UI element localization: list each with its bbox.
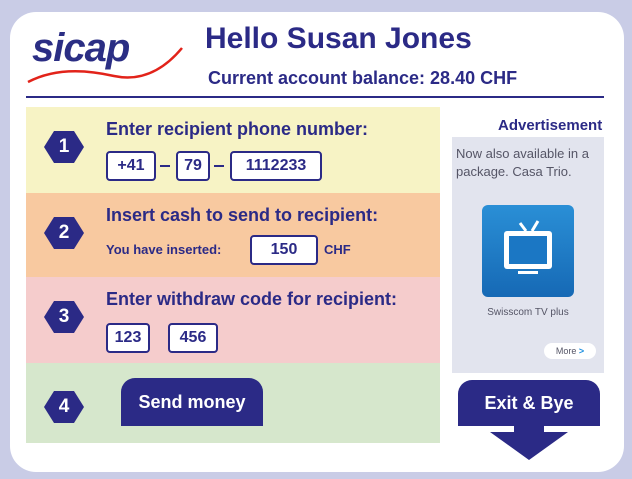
chevron-right-icon: > <box>578 346 585 356</box>
step-number-badge: 2 <box>44 217 84 249</box>
step-2-title: Insert cash to send to recipient: <box>106 205 379 225</box>
phone-number-field[interactable]: 1112233 <box>230 151 322 181</box>
step-3-withdraw-code: 3 Enter withdraw code for recipient: 123… <box>26 277 440 363</box>
step-number-badge: 4 <box>44 391 84 423</box>
account-balance: Current account balance: 28.40 CHF <box>208 68 518 88</box>
exit-button[interactable]: Exit & Bye <box>458 380 600 460</box>
dash-separator <box>214 165 224 167</box>
logo-text: sicap <box>32 26 130 70</box>
currency-label: CHF <box>324 242 351 257</box>
arrow-down-icon <box>490 424 568 460</box>
step-number-badge: 1 <box>44 131 84 163</box>
withdraw-code-part-1[interactable]: 123 <box>106 323 150 353</box>
country-code-field[interactable]: +41 <box>106 151 156 181</box>
sicap-logo: sicap <box>22 20 183 90</box>
area-code-field[interactable]: 79 <box>176 151 210 181</box>
step-1-phone: 1 Enter recipient phone number: +41 79 1… <box>26 107 440 193</box>
more-label: More <box>555 346 577 356</box>
advertisement-caption: Swisscom TV plus <box>487 307 569 318</box>
advertisement-title: Advertisement <box>498 117 603 134</box>
send-money-button[interactable]: Send money <box>121 378 263 426</box>
greeting-title: Hello Susan Jones <box>205 22 472 55</box>
inserted-amount-field: 150 <box>250 235 318 265</box>
dash-separator <box>160 165 170 167</box>
header-divider <box>26 96 604 98</box>
step-4-send: 4 Send money <box>26 363 440 443</box>
step-number-badge: 3 <box>44 301 84 333</box>
exit-label: Exit & Bye <box>458 380 600 426</box>
step-2-cash: 2 Insert cash to send to recipient: You … <box>26 193 440 277</box>
advertisement-text: Now also available in a package. Casa Tr… <box>456 146 589 179</box>
inserted-label: You have inserted: <box>106 242 222 257</box>
step-1-title: Enter recipient phone number: <box>106 119 369 139</box>
withdraw-code-part-2[interactable]: 456 <box>168 323 218 353</box>
advertisement-banner[interactable]: Now also available in a package. Casa Tr… <box>452 137 604 373</box>
more-button[interactable]: More > <box>544 343 596 359</box>
step-3-title: Enter withdraw code for recipient: <box>106 289 398 309</box>
tv-icon <box>482 205 574 297</box>
